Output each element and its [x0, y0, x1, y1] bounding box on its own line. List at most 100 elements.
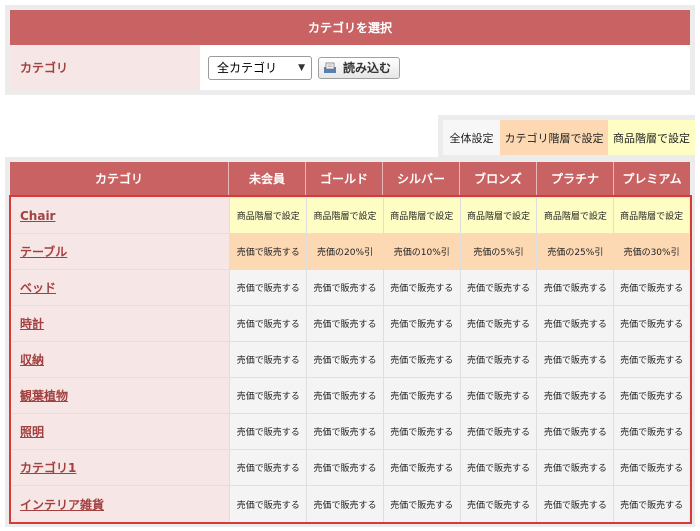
price-setting-cell[interactable]: 売価で販売する	[229, 270, 307, 305]
category-cell: ベッド	[12, 270, 230, 305]
price-setting-cell[interactable]: 売価で販売する	[536, 486, 614, 522]
price-setting-cell[interactable]: 売価で販売する	[459, 378, 537, 413]
price-setting-cell[interactable]: 売価で販売する	[459, 450, 537, 485]
price-setting-cell[interactable]: 売価で販売する	[306, 450, 383, 485]
price-setting-cell[interactable]: 売価で販売する	[613, 306, 689, 341]
category-select-panel: カテゴリを選択 カテゴリ 全カテゴリ ▼ 読み込む	[5, 5, 695, 95]
price-setting-cell[interactable]: 売価で販売する	[306, 270, 383, 305]
category-cell: 時計	[12, 306, 230, 341]
load-icon	[323, 62, 337, 74]
category-cell: Chair	[12, 198, 230, 233]
price-setting-cell[interactable]: 売価で販売する	[306, 378, 383, 413]
category-link[interactable]: インテリア雑貨	[20, 496, 104, 513]
price-setting-cell[interactable]: 売価の20%引	[306, 234, 383, 269]
price-setting-cell[interactable]: 売価で販売する	[306, 486, 383, 522]
price-setting-cell[interactable]: 売価で販売する	[229, 378, 307, 413]
table-row: 収納 売価で販売する 売価で販売する 売価で販売する 売価で販売する 売価で販売する 売価で…	[12, 342, 689, 378]
price-setting-cell[interactable]: 売価で販売する	[382, 342, 460, 377]
column-header-category: カテゴリ	[10, 162, 229, 195]
panel-title: カテゴリを選択	[10, 10, 690, 45]
column-header-rank: プレミアム	[614, 162, 690, 195]
category-control: 全カテゴリ ▼ 読み込む	[200, 45, 690, 90]
table-row: 観葉植物 売価で販売する 売価で販売する 売価で販売する 売価で販売する 売価で販売する売…	[12, 378, 689, 414]
price-setting-cell[interactable]: 売価で販売する	[536, 306, 614, 341]
category-link[interactable]: カテゴリ1	[20, 459, 76, 476]
price-setting-cell[interactable]: 売価で販売する	[536, 414, 614, 449]
price-setting-cell[interactable]: 売価で販売する	[459, 270, 537, 305]
column-header-rank: プラチナ	[537, 162, 614, 195]
category-cell: カテゴリ1	[12, 450, 230, 485]
column-header-rank: ブロンズ	[460, 162, 537, 195]
table-row: 時計 売価で販売する 売価で販売する 売価で販売する 売価で販売する 売価で販売する 売価で…	[12, 306, 689, 342]
price-setting-cell[interactable]: 売価で販売する	[613, 486, 689, 522]
category-link[interactable]: 収納	[20, 351, 44, 368]
price-setting-cell[interactable]: 売価で販売する	[306, 306, 383, 341]
price-setting-cell[interactable]: 売価で販売する	[382, 378, 460, 413]
price-setting-cell[interactable]: 売価の30%引	[613, 234, 689, 269]
legend-category-level: カテゴリ階層で設定	[500, 120, 608, 155]
load-button[interactable]: 読み込む	[318, 56, 401, 79]
category-cell: テーブル	[12, 234, 230, 269]
price-setting-cell[interactable]: 売価で販売する	[613, 342, 689, 377]
table-row: カテゴリ1 売価で販売する 売価で販売する 売価で販売する 売価で販売する 売価で販売する…	[12, 450, 689, 486]
member-price-grid: カテゴリ 未会員 ゴールド シルバー ブロンズ プラチナ プレミアム Chair 商品階層で設…	[5, 157, 695, 527]
category-link[interactable]: テーブル	[20, 243, 67, 260]
category-select-inner: カテゴリを選択 カテゴリ 全カテゴリ ▼ 読み込む	[10, 10, 690, 90]
price-setting-cell[interactable]: 売価の5%引	[459, 234, 537, 269]
category-cell: 照明	[12, 414, 230, 449]
price-setting-cell[interactable]: 売価の10%引	[382, 234, 460, 269]
price-setting-cell[interactable]: 売価で販売する	[306, 342, 383, 377]
legend-product-level: 商品階層で設定	[608, 120, 695, 155]
price-setting-cell[interactable]: 売価で販売する	[229, 234, 307, 269]
price-setting-cell[interactable]: 売価で販売する	[459, 414, 537, 449]
price-setting-cell[interactable]: 売価で販売する	[536, 342, 614, 377]
table-row: インテリア雑貨 売価で販売する 売価で販売する 売価で販売する 売価で販売する 売価で販売…	[12, 486, 689, 522]
price-setting-cell[interactable]: 売価で販売する	[613, 378, 689, 413]
price-setting-cell[interactable]: 商品階層で設定	[613, 198, 689, 233]
price-setting-cell[interactable]: 売価で販売する	[459, 486, 537, 522]
price-setting-cell[interactable]: 売価で販売する	[459, 306, 537, 341]
price-setting-cell[interactable]: 売価で販売する	[229, 486, 307, 522]
column-header-rank: 未会員	[229, 162, 306, 195]
price-setting-cell[interactable]: 商品階層で設定	[306, 198, 383, 233]
column-header-rank: ゴールド	[306, 162, 383, 195]
price-setting-cell[interactable]: 売価で販売する	[382, 414, 460, 449]
price-setting-cell[interactable]: 売価で販売する	[536, 378, 614, 413]
setting-level-legend: 全体設定 カテゴリ階層で設定 商品階層で設定	[438, 115, 695, 160]
category-link[interactable]: Chair	[20, 209, 55, 223]
price-setting-cell[interactable]: 売価で販売する	[306, 414, 383, 449]
grid-body: Chair 商品階層で設定 商品階層で設定 商品階層で設定 商品階層で設定 商品階層で設定…	[9, 195, 692, 524]
price-setting-cell[interactable]: 商品階層で設定	[459, 198, 537, 233]
category-link[interactable]: ベッド	[20, 279, 56, 296]
category-select-row: カテゴリ 全カテゴリ ▼ 読み込む	[10, 45, 690, 90]
price-setting-cell[interactable]: 売価で販売する	[382, 306, 460, 341]
price-setting-cell[interactable]: 売価で販売する	[229, 414, 307, 449]
price-setting-cell[interactable]: 商品階層で設定	[382, 198, 460, 233]
category-link[interactable]: 観葉植物	[20, 387, 68, 404]
price-setting-cell[interactable]: 売価で販売する	[613, 270, 689, 305]
price-setting-cell[interactable]: 売価で販売する	[229, 342, 307, 377]
price-setting-cell[interactable]: 売価で販売する	[382, 486, 460, 522]
price-setting-cell[interactable]: 売価で販売する	[613, 450, 689, 485]
load-button-label: 読み込む	[343, 61, 392, 75]
price-setting-cell[interactable]: 売価で販売する	[229, 450, 307, 485]
price-setting-cell[interactable]: 商品階層で設定	[229, 198, 307, 233]
table-row: テーブル 売価で販売する 売価の20%引 売価の10%引 売価の5%引 売価の25%引 売価…	[12, 234, 689, 270]
table-row: ベッド 売価で販売する 売価で販売する 売価で販売する 売価で販売する 売価で販売する 売価…	[12, 270, 689, 306]
price-setting-cell[interactable]: 売価で販売する	[536, 270, 614, 305]
price-setting-cell[interactable]: 売価で販売する	[459, 342, 537, 377]
category-link[interactable]: 時計	[20, 315, 44, 332]
column-header-rank: シルバー	[383, 162, 460, 195]
price-setting-cell[interactable]: 売価で販売する	[229, 306, 307, 341]
chevron-down-icon: ▼	[298, 62, 305, 73]
price-setting-cell[interactable]: 売価の25%引	[536, 234, 614, 269]
category-label: カテゴリ	[10, 45, 200, 90]
category-select[interactable]: 全カテゴリ ▼	[208, 55, 312, 80]
price-setting-cell[interactable]: 売価で販売する	[613, 414, 689, 449]
price-setting-cell[interactable]: 商品階層で設定	[536, 198, 614, 233]
price-setting-cell[interactable]: 売価で販売する	[382, 270, 460, 305]
price-setting-cell[interactable]: 売価で販売する	[382, 450, 460, 485]
price-setting-cell[interactable]: 売価で販売する	[536, 450, 614, 485]
table-row: Chair 商品階層で設定 商品階層で設定 商品階層で設定 商品階層で設定 商品階層で設定…	[12, 198, 689, 234]
category-link[interactable]: 照明	[20, 423, 44, 440]
